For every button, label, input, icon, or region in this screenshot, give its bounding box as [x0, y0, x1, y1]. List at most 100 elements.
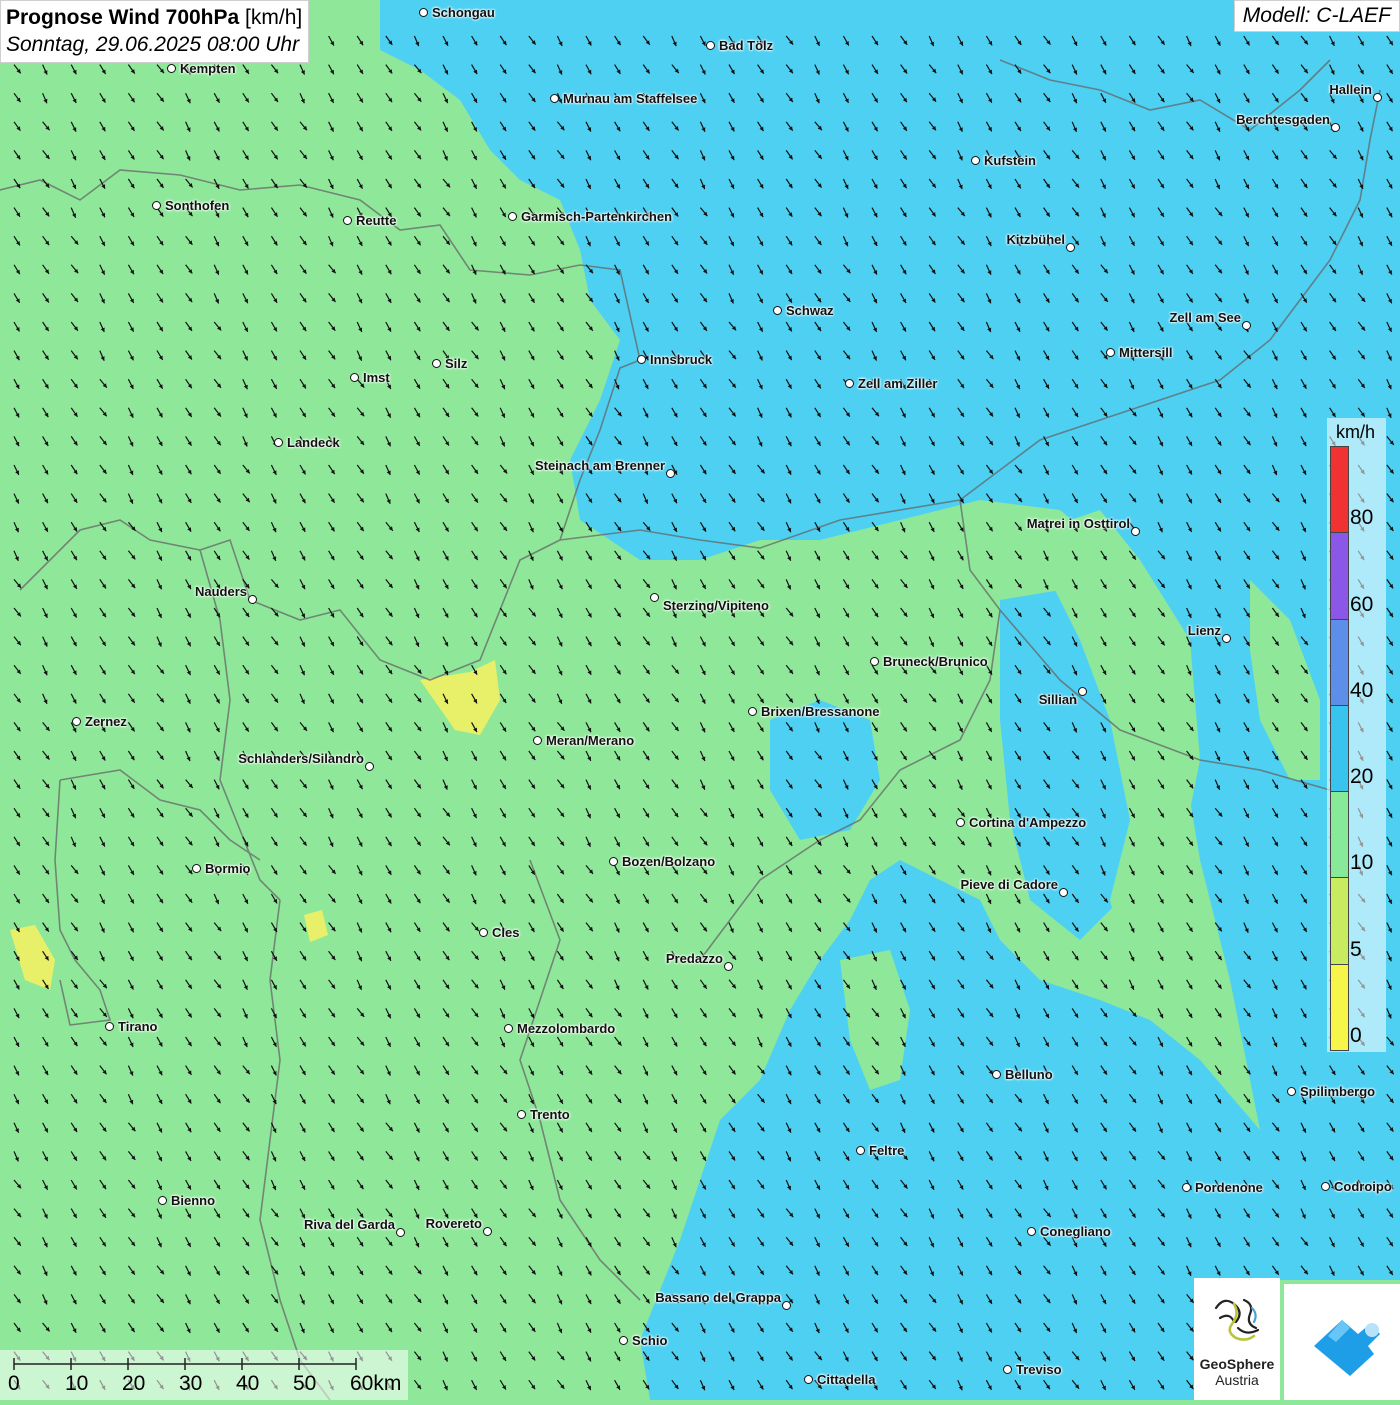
city-label: Zell am See [1169, 310, 1241, 325]
city-label: Sillian [1038, 692, 1077, 707]
city-marker [508, 212, 517, 221]
city-label: Sterzing/Vipiteno [663, 598, 769, 613]
city-label: Bozen/Bolzano [622, 854, 716, 869]
city-label: Codroipo [1334, 1179, 1392, 1194]
map-title: Prognose Wind 700hPa [km/h] [6, 4, 302, 31]
city-label: Bruneck/Brunico [883, 654, 988, 669]
legend-color-bin [1330, 791, 1349, 879]
city-marker [1059, 888, 1068, 897]
city-marker [956, 818, 965, 827]
scalebar-label: 30 [179, 1372, 203, 1395]
city-marker [432, 359, 441, 368]
city-label: Pieve di Cadore [960, 877, 1058, 892]
city-label: Schlanders/Silandro [238, 751, 364, 766]
scalebar [0, 1350, 408, 1400]
city-marker [619, 1336, 628, 1345]
city-marker [72, 717, 81, 726]
city-marker [609, 857, 618, 866]
legend-label: 40 [1350, 678, 1374, 702]
legend-color-bin [1330, 446, 1349, 534]
city-label: Garmisch-Partenkirchen [521, 209, 673, 224]
geosphere-logo-line2: Austria [1215, 1372, 1259, 1388]
city-marker [706, 41, 715, 50]
scalebar-label: 40 [236, 1372, 260, 1395]
city-label: Hallein [1329, 82, 1372, 97]
city-marker [856, 1146, 865, 1155]
scalebar-label: 60km [350, 1372, 402, 1395]
city-label: Nauders [194, 584, 247, 599]
city-marker [274, 438, 283, 447]
city-marker [550, 94, 559, 103]
city-marker [1066, 243, 1075, 252]
city-marker [152, 201, 161, 210]
legend-color-bin [1330, 963, 1349, 1051]
model-label: Modell: C-LAEF [1233, 0, 1400, 32]
city-label: Kempten [180, 61, 236, 76]
city-label: Trento [530, 1107, 570, 1122]
city-label: Bormio [205, 861, 251, 876]
city-label: Cittadella [817, 1372, 876, 1387]
city-marker [167, 64, 176, 73]
city-label: Murnau am Staffelsee [563, 91, 698, 106]
city-marker [1106, 348, 1115, 357]
city-label: Imst [363, 370, 390, 385]
city-label: Zernez [85, 714, 127, 729]
legend-label: 10 [1350, 851, 1374, 875]
scalebar-ruler [13, 1358, 357, 1370]
city-label: Schongau [432, 5, 495, 20]
city-label: Spilimbergo [1300, 1084, 1376, 1099]
city-label: Landeck [287, 435, 340, 450]
legend-color-bin [1330, 618, 1349, 706]
legend-label: 60 [1350, 592, 1374, 616]
city-marker [350, 373, 359, 382]
city-label: Sonthofen [165, 198, 230, 213]
city-marker [419, 8, 428, 17]
legend-unit: km/h [1336, 422, 1376, 442]
city-marker [1003, 1365, 1012, 1374]
scalebar-label: 50 [293, 1372, 317, 1395]
city-marker [396, 1228, 405, 1237]
legend-color-bin [1330, 532, 1349, 620]
city-label: Cles [492, 925, 520, 940]
city-marker [1242, 321, 1251, 330]
legend-label: 0 [1350, 1024, 1362, 1047]
city-marker [1331, 123, 1340, 132]
city-marker [724, 962, 733, 971]
city-marker [1131, 527, 1140, 536]
city-label: Pordenone [1195, 1180, 1263, 1195]
city-label: Brixen/Bressanone [761, 704, 880, 719]
city-label: Berchtesgaden [1236, 112, 1330, 127]
geosphere-logo-icon [1214, 1298, 1260, 1341]
city-label: Mezzolombardo [517, 1021, 616, 1036]
city-label: Matrei in Osttirol [1026, 516, 1130, 531]
city-marker [1182, 1183, 1191, 1192]
city-label: Silz [445, 356, 468, 371]
geosphere-logo-line1: GeoSphere [1199, 1356, 1275, 1372]
map-subtitle: Sonntag, 29.06.2025 08:00 Uhr [6, 33, 300, 56]
city-marker [1222, 634, 1231, 643]
scalebar-label: 20 [122, 1372, 146, 1395]
city-marker [158, 1196, 167, 1205]
geosphere-logo-text: GeoSphere Austria [1194, 1356, 1280, 1388]
city-label: Bassano del Grappa [655, 1290, 781, 1305]
city-marker [365, 762, 374, 771]
city-marker [1373, 93, 1382, 102]
city-label: Predazzo [665, 951, 723, 966]
legend-label: 20 [1350, 765, 1374, 789]
city-marker [637, 355, 646, 364]
city-marker [483, 1227, 492, 1236]
city-marker [804, 1375, 813, 1384]
city-marker [1321, 1182, 1330, 1191]
city-label: Mittersill [1119, 345, 1173, 360]
city-marker [992, 1070, 1001, 1079]
city-marker [479, 928, 488, 937]
city-marker [870, 657, 879, 666]
city-label: Steinach am Brenner [534, 458, 665, 473]
city-label: Bad Tölz [719, 38, 774, 53]
city-label: Conegliano [1040, 1224, 1111, 1239]
city-marker [666, 469, 675, 478]
scalebar-label: 0 [8, 1372, 20, 1395]
mountain-cloud-icon[interactable] [1284, 1284, 1400, 1400]
city-label: Meran/Merano [546, 733, 635, 748]
city-label: Kufstein [984, 153, 1036, 168]
